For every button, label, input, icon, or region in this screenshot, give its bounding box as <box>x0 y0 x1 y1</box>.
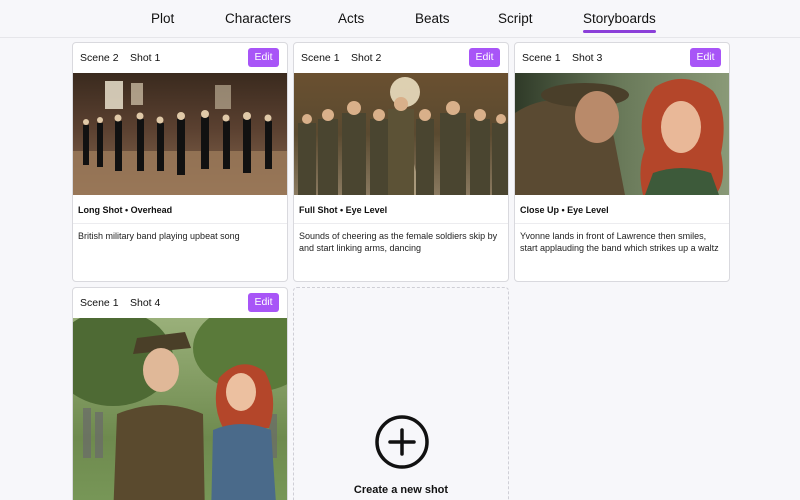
shot-description: British military band playing upbeat son… <box>78 231 240 241</box>
card-header: Scene 1 Shot 4 Edit <box>73 288 287 318</box>
shot-label: Shot 1 <box>130 52 161 64</box>
card-header: Scene 1 Shot 3 Edit <box>515 43 729 73</box>
scene-label: Scene 1 <box>522 52 561 64</box>
scene-label: Scene 1 <box>80 297 119 309</box>
scene-label: Scene 1 <box>301 52 340 64</box>
shot-card: Scene 1 Shot 3 Edit Close Up • Eye Level… <box>514 42 730 282</box>
card-header: Scene 1 Shot 2 Edit <box>294 43 508 73</box>
shot-label: Shot 2 <box>351 52 382 64</box>
shot-label: Shot 4 <box>130 297 161 309</box>
edit-button[interactable]: Edit <box>690 48 721 67</box>
divider <box>73 223 287 224</box>
tab-acts[interactable]: Acts <box>338 11 364 26</box>
tab-plot[interactable]: Plot <box>151 11 174 26</box>
divider <box>294 223 508 224</box>
plus-circle-icon <box>375 415 429 469</box>
tab-script[interactable]: Script <box>498 11 533 26</box>
shot-description: Yvonne lands in front of Lawrence then s… <box>520 231 719 253</box>
shot-card: Scene 1 Shot 4 Edit <box>72 287 288 500</box>
shot-thumbnail[interactable] <box>73 318 287 500</box>
top-navigation: Plot Characters Acts Beats Script Storyb… <box>0 0 800 38</box>
shot-card: Scene 2 Shot 1 Edit Long Shot • Overhead… <box>72 42 288 282</box>
shot-thumbnail[interactable] <box>515 73 729 195</box>
tab-characters[interactable]: Characters <box>225 11 291 26</box>
edit-button[interactable]: Edit <box>469 48 500 67</box>
divider <box>515 223 729 224</box>
shot-type-label: Long Shot • Overhead <box>78 205 173 215</box>
shot-type-label: Full Shot • Eye Level <box>299 205 388 215</box>
scene-label: Scene 2 <box>80 52 119 64</box>
shot-thumbnail[interactable] <box>73 73 287 195</box>
card-header: Scene 2 Shot 1 Edit <box>73 43 287 73</box>
edit-button[interactable]: Edit <box>248 293 279 312</box>
tab-storyboards[interactable]: Storyboards <box>583 11 656 33</box>
shot-description: Sounds of cheering as the female soldier… <box>299 231 498 253</box>
tab-beats[interactable]: Beats <box>415 11 450 26</box>
shot-thumbnail[interactable] <box>294 73 508 195</box>
edit-button[interactable]: Edit <box>248 48 279 67</box>
shot-card: Scene 1 Shot 2 Edit Full Shot • Eye Leve… <box>293 42 509 282</box>
create-new-shot-label: Create a new shot <box>353 484 449 496</box>
shot-label: Shot 3 <box>572 52 603 64</box>
create-new-shot-card[interactable]: Create a new shot <box>293 287 509 500</box>
shot-type-label: Close Up • Eye Level <box>520 205 609 215</box>
